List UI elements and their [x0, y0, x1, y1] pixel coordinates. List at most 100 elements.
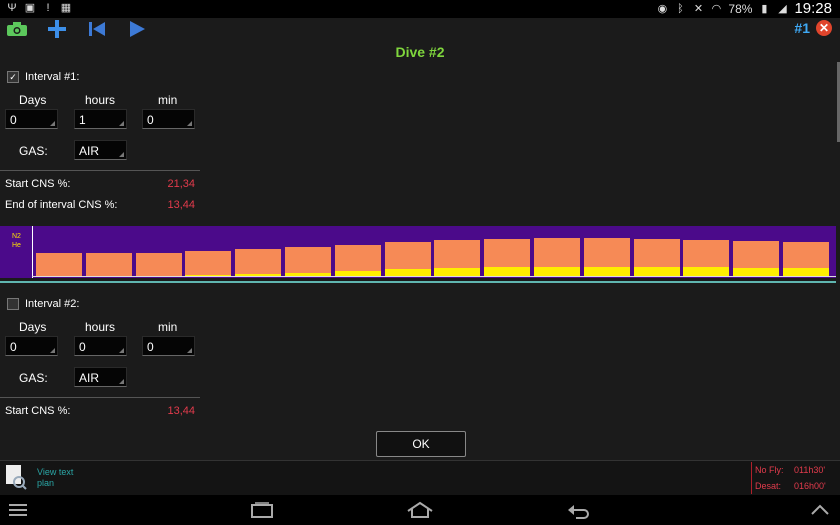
- back-icon: [568, 505, 589, 519]
- n2-bar: [36, 253, 82, 276]
- hours-label: hours: [85, 93, 116, 107]
- add-button[interactable]: [44, 18, 70, 40]
- he-bar: [285, 273, 331, 276]
- n2-axis-label: N2: [12, 233, 21, 240]
- no-fly-label: No Fly:: [755, 465, 784, 475]
- no-fly-panel: No Fly: 011h30' Desat: 016h00': [751, 462, 836, 494]
- hours-label: hours: [85, 320, 116, 334]
- calendar-icon: ▦: [60, 2, 72, 14]
- system-icons: ◉ ᛒ ✕ ◠ 78% ▮ ◢ 19:28: [656, 0, 832, 17]
- chevron-up-icon: [811, 504, 829, 515]
- min-label: min: [158, 93, 178, 107]
- n2-bar: [85, 253, 132, 276]
- he-bar: [583, 267, 630, 276]
- n2-bar: [185, 251, 232, 276]
- play-icon: [130, 21, 145, 37]
- signal-icon: ◢: [778, 2, 787, 15]
- page-title: Dive #2: [395, 44, 445, 60]
- interval-1-hours-input[interactable]: 1: [74, 109, 127, 129]
- interval-2-hours-input[interactable]: 0: [74, 336, 127, 356]
- desat-value: 016h00': [794, 481, 826, 491]
- back-button[interactable]: [564, 495, 592, 525]
- interval-2-label: Interval #2:: [25, 298, 80, 310]
- he-bar: [384, 269, 431, 276]
- eye-icon: ◉: [657, 2, 668, 15]
- menu-button[interactable]: [6, 495, 32, 525]
- interval-1-section: ✓ Interval #1: Days hours min 0 1 0 GAS:…: [0, 62, 836, 289]
- interval-1-label: Interval #1:: [25, 71, 80, 83]
- clock: 19:28: [794, 0, 832, 17]
- interval-1-checkbox[interactable]: ✓: [7, 71, 19, 83]
- bluetooth-icon: ᛒ: [677, 2, 684, 15]
- ok-button[interactable]: OK: [376, 431, 466, 457]
- section-divider: [0, 281, 836, 283]
- days-label: Days: [19, 320, 47, 334]
- interval-2-min-input[interactable]: 0: [142, 336, 195, 356]
- document-search-icon[interactable]: [5, 464, 27, 490]
- interval-1-gas-select[interactable]: AIR: [74, 140, 127, 160]
- close-button[interactable]: ✕: [816, 20, 832, 36]
- end-cns-value: 13,44: [167, 199, 195, 211]
- skip-back-icon: [89, 22, 105, 36]
- chart-baseline: [32, 276, 836, 277]
- app-toolbar: #1 ✕: [0, 18, 840, 40]
- he-bar: [683, 267, 730, 276]
- recent-apps-icon: [251, 502, 273, 518]
- gas-label: GAS:: [19, 144, 48, 158]
- play-button[interactable]: [124, 18, 150, 40]
- system-nav-bar: [0, 495, 840, 525]
- no-fly-value: 011h30': [794, 465, 826, 475]
- collapse-button[interactable]: [806, 495, 834, 525]
- tissue-saturation-chart: N2 He: [0, 226, 836, 278]
- he-bar: [783, 268, 829, 276]
- divider: [0, 397, 200, 398]
- he-bar: [334, 271, 381, 276]
- he-bar: [534, 267, 580, 276]
- interval-2-toggle[interactable]: Interval #2:: [7, 298, 79, 310]
- bottom-bar: View text plan No Fly: 011h30' Desat: 01…: [0, 460, 840, 496]
- start-cns-label: Start CNS %:: [5, 405, 71, 417]
- desat-label: Desat:: [755, 481, 782, 491]
- usb-icon: Ψ: [7, 2, 17, 14]
- interval-2-checkbox[interactable]: [7, 298, 19, 310]
- interval-1-min-input[interactable]: 0: [142, 109, 195, 129]
- interval-2-days-input[interactable]: 0: [5, 336, 58, 356]
- end-cns-label: End of interval CNS %:: [5, 199, 118, 211]
- he-bar: [633, 267, 680, 276]
- status-bar: Ψ ▣ ! ▦ ◉ ᛒ ✕ ◠ 78% ▮ ◢ 19:28: [0, 0, 840, 18]
- interval-1-days-input[interactable]: 0: [5, 109, 58, 129]
- he-bar: [434, 268, 481, 276]
- mute-icon: ✕: [693, 2, 704, 15]
- he-bar: [185, 275, 232, 276]
- camera-button[interactable]: [4, 18, 30, 40]
- interval-1-toggle[interactable]: ✓ Interval #1:: [7, 71, 79, 83]
- notification-icons: Ψ ▣ ! ▦: [6, 2, 72, 14]
- he-bar: [733, 268, 780, 276]
- chart-y-axis: [32, 226, 33, 278]
- gas-label: GAS:: [19, 371, 48, 385]
- n2-bar: [285, 247, 331, 276]
- he-axis-label: He: [12, 242, 21, 249]
- start-cns-label: Start CNS %:: [5, 178, 71, 190]
- days-label: Days: [19, 93, 47, 107]
- menu-icon: [9, 504, 27, 516]
- interval-2-section: Interval #2: Days hours min 0 0 0 GAS: A…: [0, 289, 836, 428]
- n2-bar: [135, 253, 182, 276]
- home-button[interactable]: [404, 495, 436, 525]
- start-cns-value: 13,44: [167, 405, 195, 417]
- close-icon: ✕: [818, 21, 830, 35]
- home-icon: [407, 501, 433, 518]
- n2-bar: [235, 249, 282, 276]
- intervals-scroll-area[interactable]: ✓ Interval #1: Days hours min 0 1 0 GAS:…: [0, 62, 836, 428]
- recent-apps-button[interactable]: [248, 495, 276, 525]
- min-label: min: [158, 320, 178, 334]
- dive-number-button[interactable]: #1: [794, 20, 810, 36]
- divider: [0, 170, 200, 171]
- he-bar: [484, 267, 531, 276]
- interval-2-gas-select[interactable]: AIR: [74, 367, 127, 387]
- image-icon: ▣: [24, 2, 36, 14]
- skip-back-button[interactable]: [84, 18, 110, 40]
- he-bar: [235, 274, 282, 276]
- battery-percent: 78%: [728, 1, 753, 16]
- view-text-plan-link[interactable]: View text plan: [37, 467, 81, 489]
